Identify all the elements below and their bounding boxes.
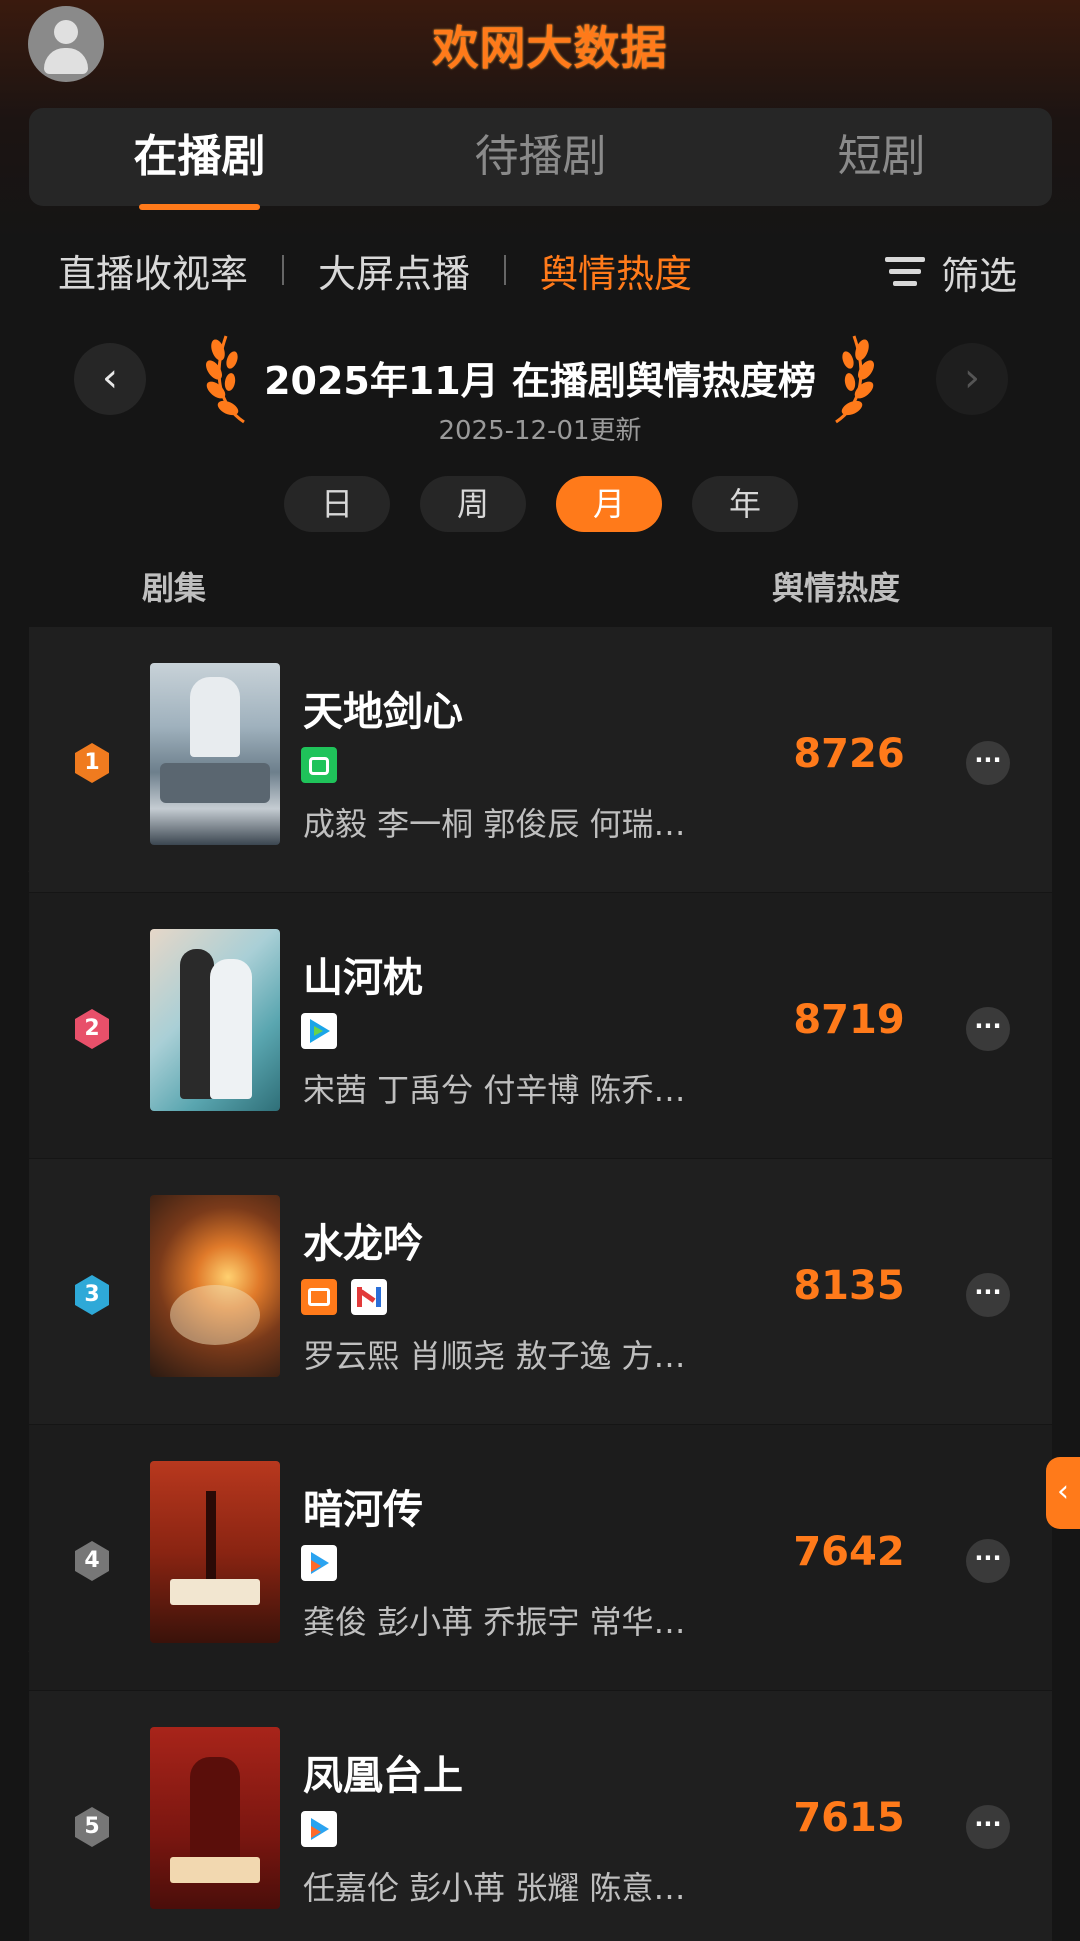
drama-title: 山河枕 bbox=[303, 955, 423, 1001]
migu-icon bbox=[351, 1279, 387, 1315]
avatar[interactable] bbox=[28, 6, 104, 82]
pill-year[interactable]: 年 bbox=[692, 476, 798, 532]
poster-image[interactable] bbox=[150, 663, 280, 845]
rank-badge: 2 bbox=[72, 1007, 112, 1051]
top-bar: 欢网大数据 bbox=[0, 0, 1080, 100]
column-header-series: 剧集 bbox=[142, 569, 207, 607]
drama-title: 暗河传 bbox=[303, 1487, 423, 1533]
platform-icons bbox=[301, 1013, 337, 1049]
heat-score: 8719 bbox=[793, 997, 905, 1043]
more-options-button[interactable]: ··· bbox=[966, 1273, 1010, 1317]
page: 欢网大数据 欢网大数据 欢网大数据 欢网大数据 欢网大数据 在播剧 待播剧 短剧… bbox=[0, 0, 1080, 1941]
rank-badge: 4 bbox=[72, 1539, 112, 1583]
column-header-heat: 舆情热度 bbox=[772, 569, 901, 607]
more-options-button[interactable]: ··· bbox=[966, 1539, 1010, 1583]
platform-icons bbox=[301, 1545, 337, 1581]
more-options-button[interactable]: ··· bbox=[966, 1805, 1010, 1849]
app-logo: 欢网大数据 bbox=[432, 21, 668, 75]
avatar-body-icon bbox=[44, 48, 88, 74]
filter-icon bbox=[885, 255, 925, 289]
filter-label: 筛选 bbox=[941, 253, 1018, 298]
drama-title: 凤凰台上 bbox=[303, 1753, 463, 1799]
list-item[interactable]: 4 暗河传 龚俊 彭小苒 乔振宇 常华… 7642 ··· bbox=[29, 1425, 1052, 1691]
drama-title: 水龙吟 bbox=[303, 1221, 423, 1267]
heat-score: 7615 bbox=[793, 1795, 905, 1841]
platform-icons bbox=[301, 1811, 337, 1847]
heat-score: 8135 bbox=[793, 1263, 905, 1309]
iqiyi-icon bbox=[301, 747, 337, 783]
avatar-head-icon bbox=[54, 20, 78, 44]
cast-list: 成毅 李一桐 郭俊辰 何瑞… bbox=[303, 805, 686, 843]
youku-icon bbox=[301, 1545, 337, 1581]
cast-list: 任嘉伦 彭小苒 张耀 陈意… bbox=[303, 1869, 686, 1907]
divider bbox=[504, 255, 507, 285]
tab-on-air[interactable]: 在播剧 bbox=[29, 108, 370, 210]
period-pills: 日 周 月 年 bbox=[284, 476, 804, 532]
subtab-vod[interactable]: 大屏点播 bbox=[318, 243, 470, 298]
cast-list: 罗云熙 肖顺尧 敖子逸 方… bbox=[303, 1337, 686, 1375]
ranking-list: 1 天地剑心 成毅 李一桐 郭俊辰 何瑞… 8726 ··· 2 山河枕 宋茜 … bbox=[29, 627, 1052, 1941]
poster-image[interactable] bbox=[150, 1461, 280, 1643]
cast-list: 龚俊 彭小苒 乔振宇 常华… bbox=[303, 1603, 686, 1641]
rank-number: 1 bbox=[84, 750, 100, 775]
side-drawer-toggle[interactable]: ‹ bbox=[1046, 1457, 1080, 1529]
tab-short-drama[interactable]: 短剧 bbox=[711, 108, 1052, 206]
tencent-video-icon bbox=[301, 1013, 337, 1049]
pill-day[interactable]: 日 bbox=[284, 476, 390, 532]
poster-image[interactable] bbox=[150, 1727, 280, 1909]
pill-week[interactable]: 周 bbox=[420, 476, 526, 532]
rank-badge: 5 bbox=[72, 1805, 112, 1849]
more-options-button[interactable]: ··· bbox=[966, 1007, 1010, 1051]
poster-image[interactable] bbox=[150, 929, 280, 1111]
platform-icons bbox=[301, 747, 337, 783]
drama-title: 天地剑心 bbox=[303, 689, 463, 735]
poster-image[interactable] bbox=[150, 1195, 280, 1377]
heat-score: 8726 bbox=[793, 731, 905, 777]
tab-upcoming[interactable]: 待播剧 bbox=[370, 108, 711, 206]
filter-button[interactable]: 筛选 bbox=[885, 244, 1017, 300]
list-item[interactable]: 1 天地剑心 成毅 李一桐 郭俊辰 何瑞… 8726 ··· bbox=[29, 627, 1052, 893]
more-options-button[interactable]: ··· bbox=[966, 741, 1010, 785]
heat-score: 7642 bbox=[793, 1529, 905, 1575]
sub-tabs: 直播收视率 大屏点播 舆情热度 bbox=[58, 240, 1028, 300]
youku-icon bbox=[301, 1811, 337, 1847]
rank-number: 3 bbox=[84, 1282, 100, 1307]
rank-number: 4 bbox=[84, 1548, 100, 1573]
prev-period-button[interactable]: ‹ bbox=[74, 343, 146, 415]
list-item[interactable]: 3 水龙吟 罗云熙 肖顺尧 敖子逸 方… 8135 ··· bbox=[29, 1159, 1052, 1425]
rank-badge: 1 bbox=[72, 741, 112, 785]
divider bbox=[282, 255, 285, 285]
ranking-updated: 2025-12-01更新 bbox=[438, 416, 642, 446]
next-period-button[interactable]: › bbox=[936, 343, 1008, 415]
cast-list: 宋茜 丁禹兮 付辛博 陈乔… bbox=[303, 1071, 686, 1109]
subtab-public-opinion[interactable]: 舆情热度 bbox=[540, 243, 692, 298]
rank-badge: 3 bbox=[72, 1273, 112, 1317]
main-tabs: 在播剧 待播剧 短剧 bbox=[29, 108, 1052, 210]
subtab-live-rating[interactable]: 直播收视率 bbox=[58, 243, 248, 298]
pill-month[interactable]: 月 bbox=[556, 476, 662, 532]
list-item[interactable]: 5 凤凰台上 任嘉伦 彭小苒 张耀 陈意… 7615 ··· bbox=[29, 1691, 1052, 1941]
platform-icons bbox=[301, 1279, 387, 1315]
ranking-title: 2025年11月 在播剧舆情热度榜 bbox=[264, 359, 816, 403]
mango-tv-icon bbox=[301, 1279, 337, 1315]
rank-number: 5 bbox=[84, 1814, 100, 1839]
rank-number: 2 bbox=[84, 1016, 100, 1041]
list-item[interactable]: 2 山河枕 宋茜 丁禹兮 付辛博 陈乔… 8719 ··· bbox=[29, 893, 1052, 1159]
